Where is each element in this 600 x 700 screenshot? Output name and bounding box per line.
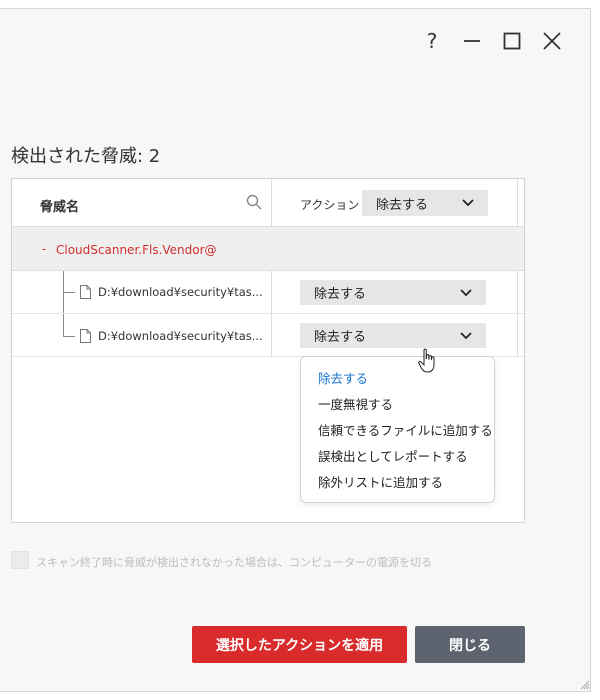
tree-line [63,336,75,337]
menu-item-report-false-positive[interactable]: 誤検出としてレポートする [301,447,494,473]
tree-line [63,292,75,293]
row-action-dropdown[interactable]: 除去する [300,280,486,305]
menu-item-remove[interactable]: 除去する [301,369,494,395]
resize-grip-icon[interactable] [580,680,590,690]
apply-action-button[interactable]: 選択したアクションを適用 [192,626,407,663]
close-button[interactable]: 閉じる [415,626,525,663]
menu-item-ignore-once[interactable]: 一度無視する [301,395,494,421]
table-row[interactable]: D:¥download¥security¥tas... 除去する [12,271,524,314]
chevron-down-icon [462,199,474,207]
file-path: D:¥download¥security¥tas... [98,285,263,299]
chevron-down-icon [460,288,472,296]
window-controls: ? [412,29,572,53]
minimize-button[interactable] [452,29,492,53]
table-row[interactable]: D:¥download¥security¥tas... 除去する [12,314,524,357]
row-action-dropdown[interactable]: 除去する [300,323,486,348]
threat-name: CloudScanner.Fls.Vendor@ [56,243,217,257]
column-header-action: アクション [300,198,360,212]
help-icon: ? [426,29,438,53]
collapse-toggle[interactable]: - [42,242,46,256]
chevron-down-icon [460,331,472,339]
action-dropdown-menu: 除去する 一度無視する 信頼できるファイルに追加する 誤検出としてレポートする … [300,356,495,503]
file-path: D:¥download¥security¥tas... [98,329,263,343]
shutdown-checkbox[interactable] [11,551,29,569]
maximize-icon [503,32,521,50]
header-action-dropdown[interactable]: 除去する [362,190,488,216]
dropdown-value: 除去する [376,197,429,213]
dropdown-value: 除去する [314,287,367,302]
shutdown-checkbox-label: スキャン終了時に脅威が検出されなかった場合は、コンピューターの電源を切る [36,556,432,569]
dropdown-value: 除去する [314,330,367,345]
file-icon [80,285,91,299]
close-icon [543,32,561,50]
minimize-icon [464,40,480,42]
search-button[interactable] [246,194,262,214]
search-icon [246,194,262,210]
table-header: 脅威名 アクション 除去する [12,179,524,227]
menu-item-add-trusted[interactable]: 信頼できるファイルに追加する [301,421,494,447]
page-title: 検出された脅威: 2 [11,146,161,167]
close-window-button[interactable] [532,29,572,53]
threat-group-row[interactable]: - CloudScanner.Fls.Vendor@ [12,227,524,271]
file-icon [80,329,91,343]
column-header-threat: 脅威名 [40,200,80,215]
menu-item-add-exclusion[interactable]: 除外リストに追加する [301,473,494,499]
hand-cursor-icon [418,348,435,373]
help-button[interactable]: ? [412,29,452,53]
maximize-button[interactable] [492,29,532,53]
